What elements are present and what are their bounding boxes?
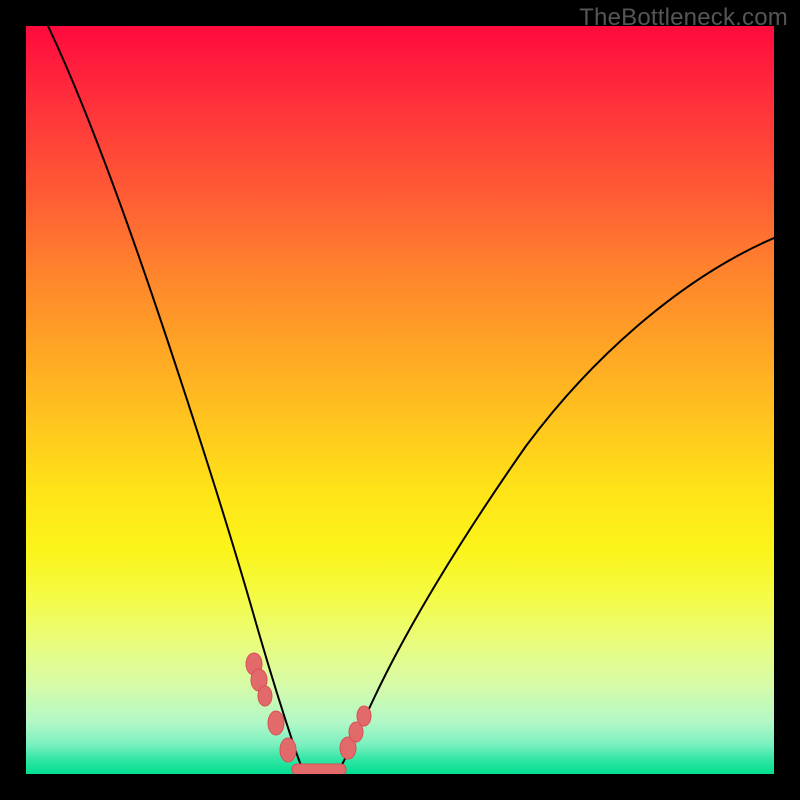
chart-frame: TheBottleneck.com — [0, 0, 800, 800]
right-curve — [338, 238, 774, 772]
plot-area — [26, 26, 774, 774]
bead-marker — [357, 706, 371, 726]
curve-layer — [26, 26, 774, 774]
bead-bottom-strip — [292, 764, 346, 774]
bead-marker — [280, 738, 296, 762]
bead-marker — [268, 711, 284, 735]
bead-marker — [258, 686, 272, 706]
left-curve — [48, 26, 304, 772]
